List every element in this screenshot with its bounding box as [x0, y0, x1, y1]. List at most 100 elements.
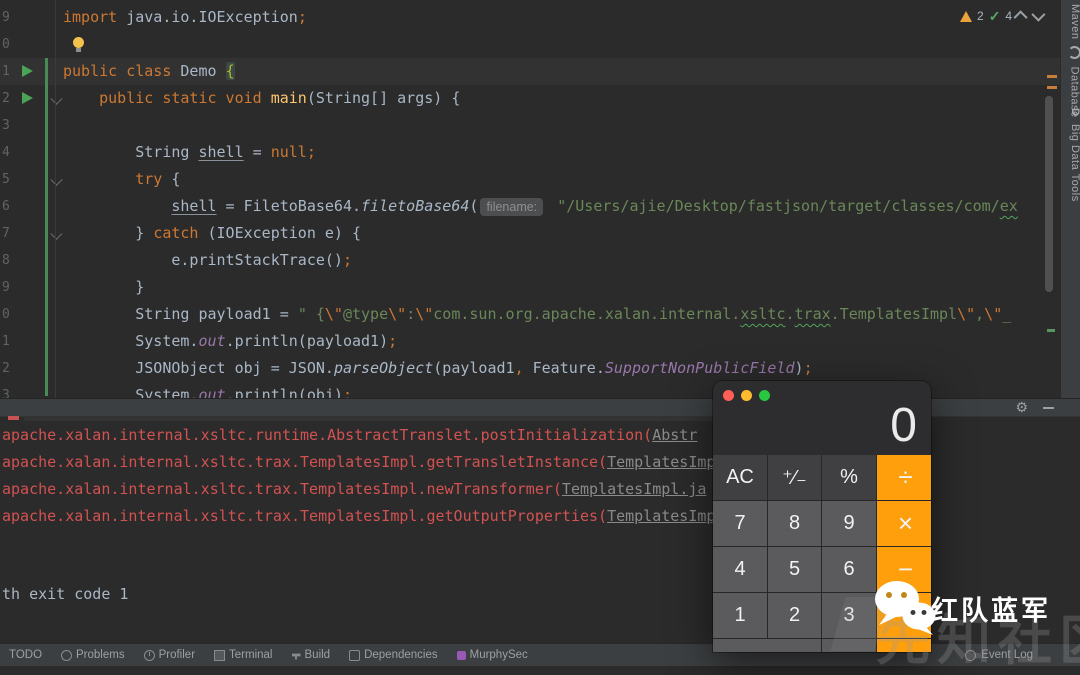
run-button-icon[interactable] [22, 92, 33, 104]
console-scrollbar[interactable] [24, 417, 754, 421]
calc-button-4[interactable]: 4 [713, 547, 767, 592]
code-lines[interactable]: import java.io.IOException; public class … [0, 4, 1060, 398]
code-line[interactable]: } [0, 274, 1060, 301]
minimize-icon[interactable] [1043, 407, 1054, 409]
code-token: JSONObject obj = JSON. [63, 359, 334, 377]
code-token: main [271, 89, 307, 107]
code-line[interactable]: public class Demo { [0, 58, 1060, 85]
code-token: out [198, 386, 225, 398]
tab-big-data-tools[interactable]: D Big Data Tools [1061, 106, 1080, 202]
gear-icon[interactable]: ⚙ [1015, 399, 1028, 416]
stack-trace-text: apache.xalan.internal.xsltc.trax.Templat… [2, 453, 607, 471]
line-number: 3 [2, 112, 14, 139]
code-line[interactable]: } catch (IOException e) { [0, 220, 1060, 247]
code-line[interactable]: String shell = null; [0, 139, 1060, 166]
statusbar-item-terminal[interactable]: Terminal [214, 649, 272, 661]
warning-count: 2 [977, 9, 984, 23]
calc-button-0[interactable]: 0 [713, 639, 821, 652]
warning-stripe-mark[interactable] [1047, 75, 1057, 78]
calc-button-−[interactable]: − [877, 547, 931, 592]
code-token: ; [307, 143, 316, 161]
calc-button-3[interactable]: 3 [822, 593, 876, 638]
stack-trace-link[interactable]: TemplatesImpl.ja [562, 480, 707, 498]
calc-button-×[interactable]: × [877, 501, 931, 546]
stack-trace-link[interactable]: TemplatesImp [607, 453, 715, 471]
code-token: e.printStackTrace() [63, 251, 343, 269]
code-token: , [975, 305, 984, 323]
statusbar-label: Profiler [159, 649, 195, 661]
calculator-window[interactable]: 0 AC⁺⁄₋%÷789×456−123+0.= [713, 381, 931, 652]
calc-button-AC[interactable]: AC [713, 455, 767, 500]
gutter-row: 8 [0, 247, 62, 274]
gutter-row: 0 [0, 31, 62, 58]
terminal-icon [214, 650, 225, 661]
code-editor[interactable]: import java.io.IOException; public class … [0, 0, 1060, 398]
fold-marker-icon[interactable] [50, 92, 63, 105]
calc-button-6[interactable]: 6 [822, 547, 876, 592]
code-token: (String[] args) { [307, 89, 461, 107]
fold-marker-icon[interactable] [50, 173, 63, 186]
code-line[interactable]: String payload1 = " {\"@type\":\"com.sun… [0, 301, 1060, 328]
code-token: = [244, 143, 271, 161]
code-line[interactable]: public static void main(String[] args) { [0, 85, 1060, 112]
editor-scrollbar[interactable] [1045, 96, 1053, 292]
code-line[interactable] [0, 31, 1060, 58]
close-traffic-light[interactable] [723, 390, 734, 401]
statusbar-item-profiler[interactable]: Profiler [144, 649, 195, 661]
prev-issue-chevron-icon[interactable] [1014, 10, 1028, 24]
gutter-separator [55, 0, 56, 398]
zoom-traffic-light[interactable] [759, 390, 770, 401]
code-line[interactable]: e.printStackTrace(); [0, 247, 1060, 274]
code-line[interactable]: System.out.println(payload1); [0, 328, 1060, 355]
line-number: 0 [2, 31, 14, 58]
line-number: 6 [2, 193, 14, 220]
code-token: ; [298, 8, 307, 26]
code-line[interactable]: JSONObject obj = JSON.parseObject(payloa… [0, 355, 1060, 382]
code-token: com.sun.org.apache.xalan.internal. [433, 305, 740, 323]
code-token: Feature. [524, 359, 605, 377]
code-line[interactable] [0, 112, 1060, 139]
code-token: . [785, 305, 794, 323]
statusbar-item-murphysec[interactable]: MurphySec [457, 649, 528, 661]
code-line[interactable]: shell = FiletoBase64.filetoBase64(filena… [0, 193, 1060, 220]
statusbar-item-dependencies[interactable]: Dependencies [349, 649, 438, 661]
big-data-tools-icon: D [1069, 108, 1080, 116]
line-number: 8 [2, 247, 14, 274]
calc-button-÷[interactable]: ÷ [877, 455, 931, 500]
statusbar-item-todo[interactable]: TODO [9, 649, 42, 661]
stack-trace-link[interactable]: TemplatesImp [607, 507, 715, 525]
code-line[interactable]: import java.io.IOException; [0, 4, 1060, 31]
calc-button-⁺⁄₋[interactable]: ⁺⁄₋ [768, 455, 821, 500]
code-token: ( [469, 197, 478, 215]
fold-marker-icon[interactable] [50, 227, 63, 240]
calc-button-%[interactable]: % [822, 455, 876, 500]
tab-maven[interactable]: Maven [1061, 4, 1080, 40]
calc-button-9[interactable]: 9 [822, 501, 876, 546]
database-icon [1068, 46, 1080, 59]
calc-button-+[interactable]: + [877, 593, 931, 638]
calc-button-=[interactable]: = [877, 639, 931, 652]
editor-gutter: 901234567890123 [0, 4, 62, 398]
code-token: SupportNonPublicField [605, 359, 795, 377]
calc-button-.[interactable]: . [822, 639, 876, 652]
calc-button-2[interactable]: 2 [768, 593, 821, 638]
code-token: "/Users/ajie/Desktop/fastjson/target/cla… [548, 197, 1000, 215]
run-button-icon[interactable] [22, 65, 33, 77]
calc-button-8[interactable]: 8 [768, 501, 821, 546]
calc-button-5[interactable]: 5 [768, 547, 821, 592]
code-token: public static void [99, 89, 271, 107]
inspections-widget: 2 ✓ 4 [960, 6, 1042, 26]
code-token: \" [957, 305, 975, 323]
code-line[interactable]: try { [0, 166, 1060, 193]
event-log-button[interactable]: Event Log [965, 644, 1033, 666]
statusbar-item-problems[interactable]: Problems [61, 649, 125, 661]
ide-screenshot: { "editor": { "inspections": { "warning_… [0, 0, 1080, 652]
warning-stripe-mark[interactable] [1047, 86, 1057, 89]
calc-button-1[interactable]: 1 [713, 593, 767, 638]
code-token: \" [325, 305, 343, 323]
calc-button-7[interactable]: 7 [713, 501, 767, 546]
intention-bulb-icon[interactable] [73, 37, 84, 48]
code-token: } [63, 278, 144, 296]
statusbar-item-build[interactable]: Build [292, 649, 331, 661]
minimize-traffic-light[interactable] [741, 390, 752, 401]
